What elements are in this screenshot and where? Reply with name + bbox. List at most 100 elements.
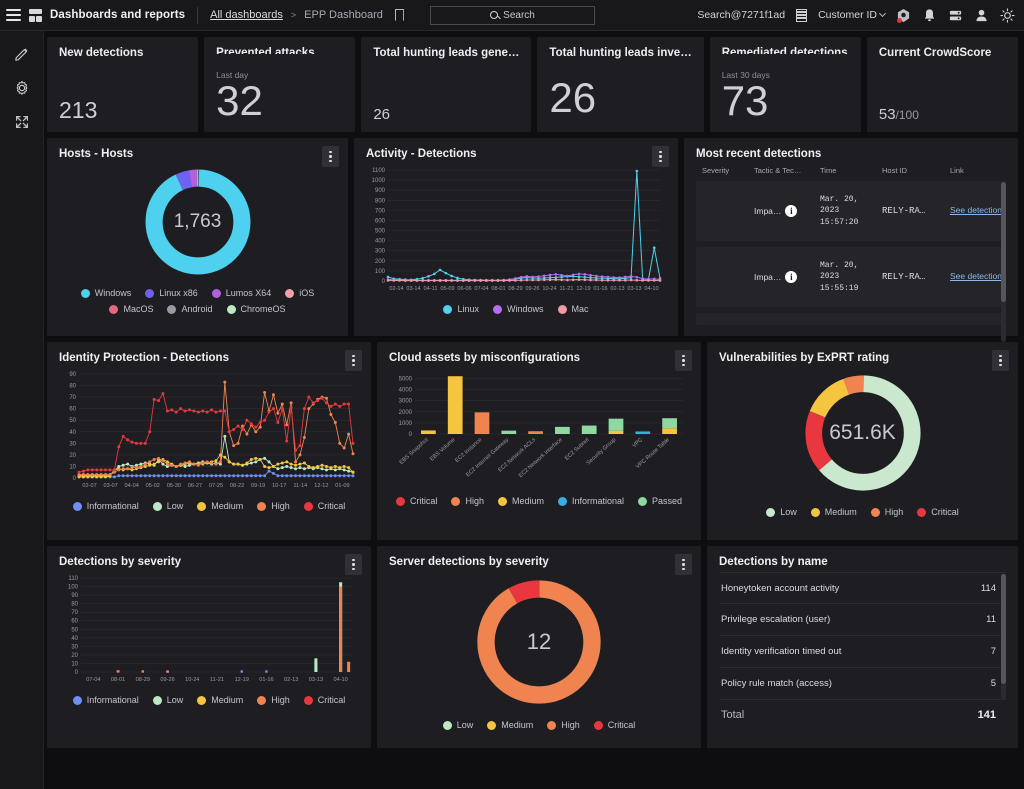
layers-icon[interactable] [796,8,808,22]
legend-item-windows[interactable]: Windows [492,304,544,314]
kpi-card-prevented-attacks[interactable]: Prevented attacks Last day 32 [204,37,356,132]
panel-hosts: Hosts - Hosts 1,763 Windows Linux x86 Lu… [47,138,348,336]
legend-item-medium[interactable]: Medium [497,496,544,506]
legend-item-linux-x86[interactable]: Linux x86 [145,288,198,298]
breadcrumb-all-dashboards[interactable]: All dashboards [210,9,283,21]
pencil-icon[interactable] [7,39,37,69]
detection-count: 5 [990,678,996,689]
svg-text:1000: 1000 [372,178,386,184]
legend-item-low[interactable]: Low [152,501,183,511]
bookmark-icon[interactable] [394,9,404,21]
see-detection-link[interactable]: See detection [950,271,1002,283]
svg-text:03-07: 03-07 [103,483,117,489]
grid-icon[interactable] [29,8,42,22]
legend-item-informational[interactable]: Informational [557,496,624,506]
legend-item-critical[interactable]: Critical [395,496,437,506]
info-icon[interactable]: i [785,271,798,283]
expand-icon[interactable] [7,107,37,137]
legend-item-high[interactable]: High [451,496,484,506]
list-scrollbar[interactable] [1001,574,1006,700]
legend-item-low[interactable]: Low [152,695,183,705]
legend-item-android[interactable]: Android [167,304,213,314]
legend-item-ios[interactable]: iOS [285,288,314,298]
legend-item-critical[interactable]: Critical [303,695,345,705]
legend-item-medium[interactable]: Medium [197,695,243,705]
svg-text:10: 10 [71,661,78,667]
hamburger-icon[interactable] [6,9,21,21]
kpi-card-new-detections[interactable]: New detections 213 [47,37,199,132]
svg-text:08-29: 08-29 [136,677,150,683]
table-header: Severity Tactic & Tec… Time Host ID Link [696,166,1006,181]
legend-item-low[interactable]: Low [442,720,473,730]
svg-text:09-19: 09-19 [251,483,265,489]
info-icon[interactable]: i [785,205,798,217]
legend-item-informational[interactable]: Informational [72,501,139,511]
legend-item-medium[interactable]: Medium [197,501,243,511]
legend-item-critical[interactable]: Critical [303,501,345,511]
legend-item-informational[interactable]: Informational [72,695,139,705]
legend-item-macos[interactable]: MacOS [109,304,153,314]
legend-item-windows[interactable]: Windows [80,288,131,298]
svg-text:12-12: 12-12 [314,483,328,489]
list-item[interactable]: Policy rule match (access) 5 [719,668,1006,700]
svg-text:VPC: VPC [632,437,645,449]
hosts-donut-chart: 1,763 [140,164,256,280]
legend-swatch [197,695,207,705]
search-input[interactable]: Search [430,5,595,25]
svg-text:0: 0 [75,670,79,676]
legend-swatch [72,695,82,705]
legend-item-critical[interactable]: Critical [917,507,959,517]
kpi-card-remediated-detections[interactable]: Remediated detections Last 30 days 73 [709,37,861,132]
search-placeholder: Search [503,9,535,21]
legend-item-medium[interactable]: Medium [487,720,533,730]
legend-swatch [487,720,497,730]
news-icon[interactable] [948,8,963,23]
customer-id-selector[interactable]: Customer ID [818,9,887,21]
table-scrollbar[interactable] [1001,182,1006,342]
tactic-cell: Impa… i [754,205,820,217]
svg-text:60: 60 [71,619,78,625]
legend-item-high[interactable]: High [547,720,580,730]
svg-text:02-07: 02-07 [82,483,96,489]
legend-item-high[interactable]: High [257,501,290,511]
legend-item-critical[interactable]: Critical [593,720,635,730]
legend-swatch [870,507,880,517]
gear-icon[interactable] [7,73,37,103]
user-icon[interactable] [974,8,989,23]
panel-row-2: Identity Protection - Detections 0 10 20 30… [47,342,1018,540]
brightness-icon[interactable] [1000,7,1015,23]
legend-item-high[interactable]: High [870,507,903,517]
legend-item-low[interactable]: Low [766,507,797,517]
legend-item-linux[interactable]: Linux [443,304,479,314]
table-row[interactable] [696,313,1006,325]
kpi-card-current-crowdscore[interactable]: Current CrowdScore 53/100 [866,37,1019,132]
kpi-card-hunting-leads-generated[interactable]: Total hunting leads gene… 26 [361,37,532,132]
svg-text:800: 800 [375,198,386,204]
see-detection-link[interactable]: See detection [950,205,1002,217]
svg-text:01-16: 01-16 [259,677,273,683]
panel-menu-icon[interactable] [992,350,1009,371]
table-row[interactable]: Impa… i Mar. 20, 2023 15:55:19 RELY-RA… … [696,247,1006,307]
detection-count: 7 [990,646,996,657]
panel-title: Cloud assets by misconfigurations [389,352,581,364]
bell-icon[interactable] [922,8,937,23]
panel-menu-icon[interactable] [322,146,339,167]
legend-item-high[interactable]: High [257,695,290,705]
list-item[interactable]: Honeytoken account activity 114 [719,572,1006,604]
legend-item-lumos-x64[interactable]: Lumos X64 [211,288,271,298]
list-item[interactable]: Privilege escalation (user) 11 [719,604,1006,636]
legend-item-mac[interactable]: Mac [557,304,589,314]
list-item[interactable]: Identity verification timed out 7 [719,636,1006,668]
table-row[interactable]: Impa… i Mar. 20, 2023 15:57:20 RELY-RA… … [696,181,1006,241]
panel-menu-icon[interactable] [675,554,692,575]
legend-swatch [395,496,405,506]
legend-item-medium[interactable]: Medium [810,507,857,517]
svg-text:70: 70 [71,610,78,616]
legend-swatch [257,501,267,511]
support-icon[interactable] [896,8,911,23]
legend-item-passed[interactable]: Passed [638,496,682,506]
svg-text:11-21: 11-21 [560,286,574,292]
legend-item-chromeos[interactable]: ChromeOS [226,304,286,314]
kpi-card-hunting-leads-investigated[interactable]: Total hunting leads inve… 26 [537,37,704,132]
kpi-title: Remediated detections [721,47,848,54]
